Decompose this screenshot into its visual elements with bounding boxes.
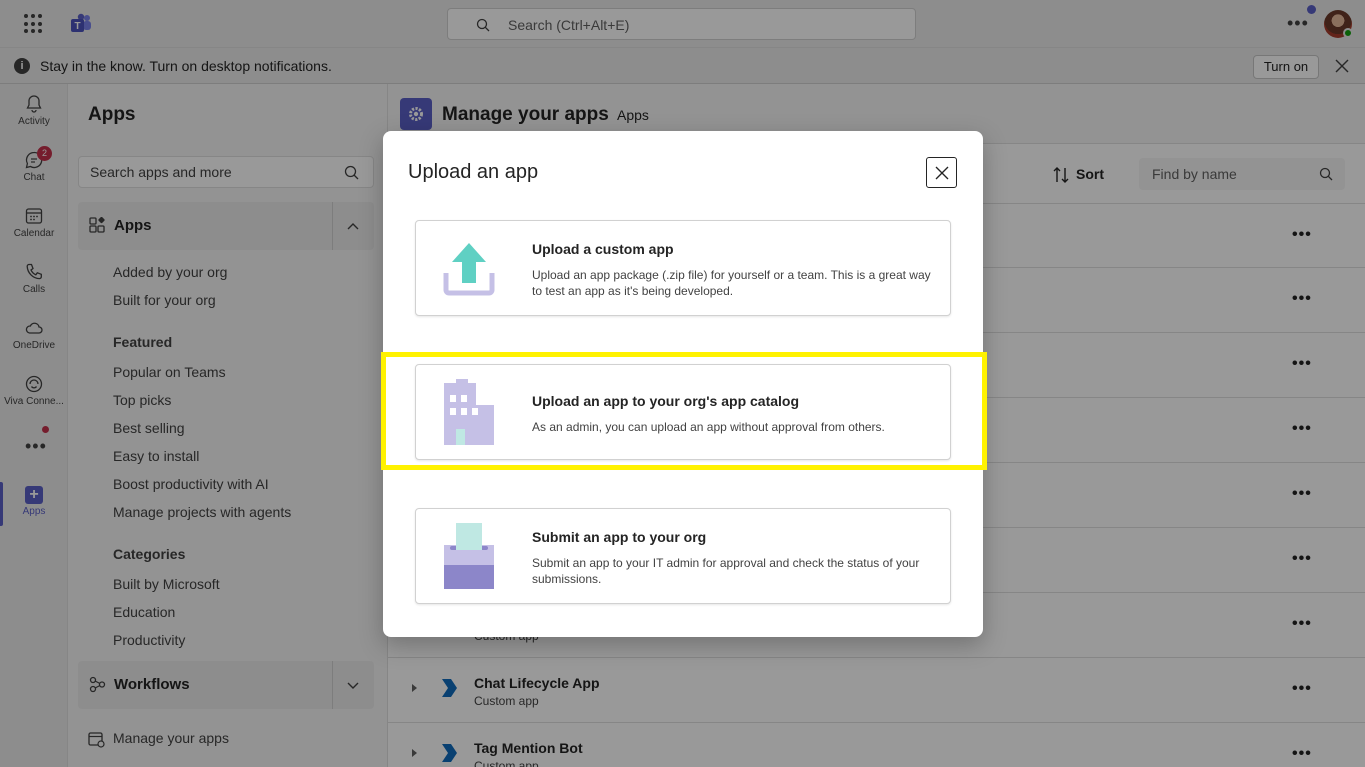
option-submit-to-org[interactable]: Submit an app to your org Submit an app …: [415, 508, 951, 604]
option-description: Upload an app package (.zip file) for yo…: [532, 268, 931, 298]
submission-box-icon: [444, 523, 494, 589]
close-icon: [935, 166, 949, 180]
option-title: Submit an app to your org: [532, 529, 707, 545]
upload-arrow-icon: [443, 243, 495, 296]
option-upload-custom-app[interactable]: Upload a custom app Upload an app packag…: [415, 220, 951, 316]
dialog-close-button[interactable]: [926, 157, 957, 188]
option-title: Upload a custom app: [532, 241, 674, 257]
highlight-frame: [381, 352, 987, 470]
option-description: Submit an app to your IT admin for appro…: [532, 556, 920, 586]
dialog-title: Upload an app: [408, 161, 539, 183]
